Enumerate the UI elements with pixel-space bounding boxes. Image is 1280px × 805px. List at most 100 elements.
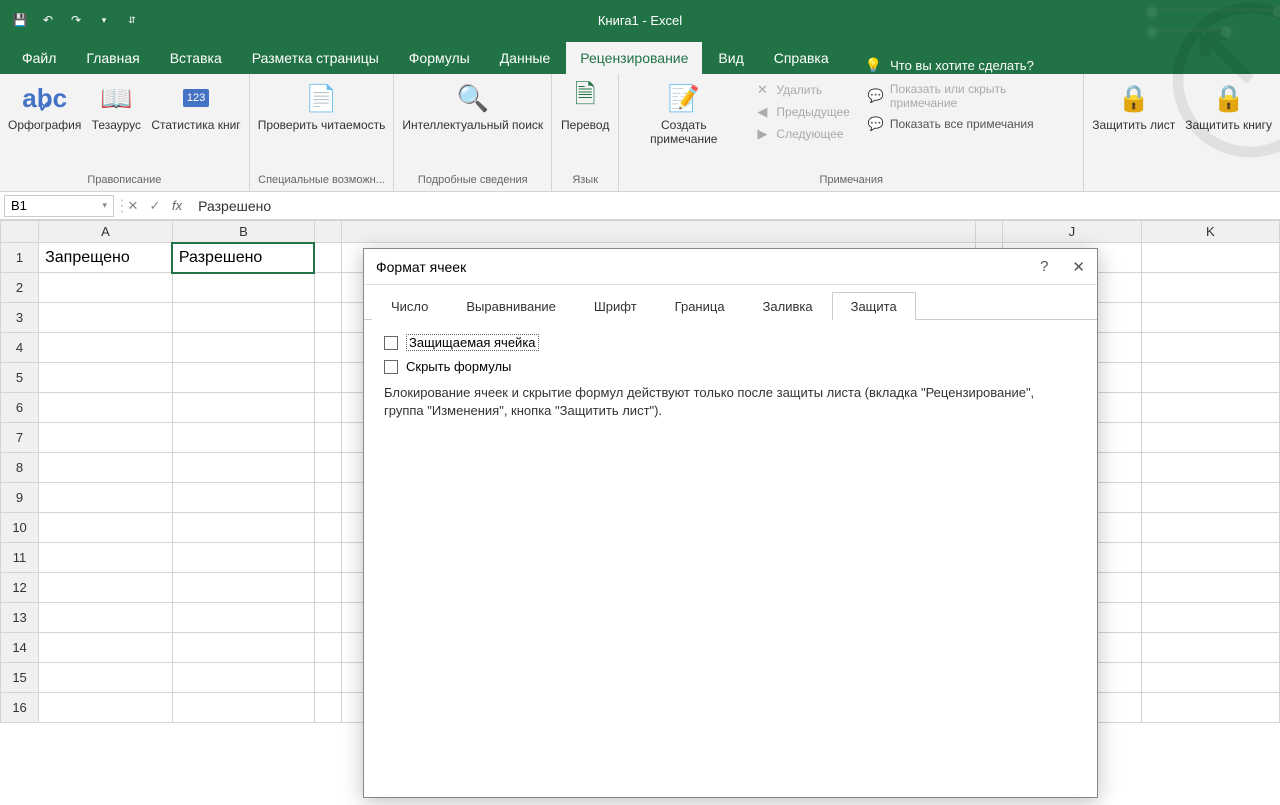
- tab-help[interactable]: Справка: [760, 42, 843, 74]
- formula-bar: B1 ⋮ ✕ ✓ fx Разрешено: [0, 192, 1280, 220]
- row-header[interactable]: 1: [1, 243, 39, 273]
- next-comment-button: ▶Следующее: [750, 124, 853, 144]
- ribbon-tabs: Файл Главная Вставка Разметка страницы Ф…: [0, 40, 1280, 74]
- row-header[interactable]: 10: [1, 513, 39, 543]
- quick-access-toolbar: 💾 ↶ ↷ ▾ ⇵: [0, 8, 152, 32]
- comment-icon: 📝: [668, 80, 700, 116]
- cancel-formula-icon[interactable]: ✕: [122, 198, 144, 214]
- stats-icon: 123: [183, 80, 209, 116]
- new-comment-button[interactable]: 📝 Создать примечание: [627, 80, 740, 147]
- thesaurus-button[interactable]: 📖 Тезаурус: [91, 80, 141, 132]
- dlg-tab-font[interactable]: Шрифт: [575, 292, 656, 320]
- checkbox-icon: [384, 336, 398, 350]
- translate-button[interactable]: 🗎 Перевод: [560, 80, 610, 132]
- row-header[interactable]: 15: [1, 663, 39, 693]
- showhide-comment-button: 💬Показать или скрыть примечание: [864, 80, 1075, 112]
- delete-icon: ✕: [754, 82, 770, 98]
- hidden-checkbox[interactable]: Скрыть формулы: [384, 359, 1077, 374]
- tab-home[interactable]: Главная: [72, 42, 153, 74]
- row-header[interactable]: 11: [1, 543, 39, 573]
- enter-formula-icon[interactable]: ✓: [144, 198, 166, 214]
- tab-review[interactable]: Рецензирование: [566, 42, 702, 74]
- next-icon: ▶: [754, 126, 770, 142]
- row-header[interactable]: 7: [1, 423, 39, 453]
- tab-formulas[interactable]: Формулы: [395, 42, 484, 74]
- accessibility-button[interactable]: 📄 Проверить читаемость: [258, 80, 386, 132]
- col-header-a[interactable]: A: [39, 221, 173, 243]
- row-header[interactable]: 2: [1, 273, 39, 303]
- group-comments-label: Примечания: [627, 174, 1075, 189]
- col-header-k[interactable]: K: [1141, 221, 1279, 243]
- row-header[interactable]: 12: [1, 573, 39, 603]
- spelling-icon: abc✓: [22, 80, 67, 116]
- showall-icon: 💬: [868, 116, 884, 132]
- tab-file[interactable]: Файл: [8, 42, 70, 74]
- locked-checkbox[interactable]: Защищаемая ячейка: [384, 334, 1077, 351]
- tell-me[interactable]: 💡 Что вы хотите сделать?: [865, 57, 1034, 74]
- smart-lookup-button[interactable]: 🔍 Интеллектуальный поиск: [402, 80, 543, 132]
- dialog-title: Формат ячеек: [376, 259, 466, 275]
- title-bar: 💾 ↶ ↷ ▾ ⇵ Книга1 - Excel: [0, 0, 1280, 40]
- thesaurus-icon: 📖: [100, 80, 132, 116]
- dlg-tab-fill[interactable]: Заливка: [744, 292, 832, 320]
- row-header[interactable]: 16: [1, 693, 39, 723]
- row-header[interactable]: 5: [1, 363, 39, 393]
- col-header[interactable]: [342, 221, 975, 243]
- col-header-b[interactable]: B: [172, 221, 314, 243]
- row-header[interactable]: 6: [1, 393, 39, 423]
- row-header[interactable]: 9: [1, 483, 39, 513]
- dialog-tabs: Число Выравнивание Шрифт Граница Заливка…: [364, 285, 1097, 320]
- bulb-icon: 💡: [865, 57, 882, 74]
- checkbox-icon: [384, 360, 398, 374]
- row-header[interactable]: 14: [1, 633, 39, 663]
- translate-icon: 🗎: [575, 80, 596, 116]
- dialog-close-icon[interactable]: ✕: [1072, 258, 1085, 276]
- protection-note: Блокирование ячеек и скрытие формул дейс…: [384, 384, 1077, 420]
- col-header-j[interactable]: J: [1003, 221, 1141, 243]
- cell-a1[interactable]: Запрещено: [39, 243, 173, 273]
- showall-comments-button[interactable]: 💬Показать все примечания: [864, 114, 1075, 134]
- group-spelling-label: Правописание: [8, 174, 241, 189]
- row-header[interactable]: 13: [1, 603, 39, 633]
- dlg-tab-align[interactable]: Выравнивание: [447, 292, 574, 320]
- ribbon: abc✓ Орфография 📖 Тезаурус 123 Статистик…: [0, 74, 1280, 192]
- dlg-tab-border[interactable]: Граница: [656, 292, 744, 320]
- col-header[interactable]: [314, 221, 342, 243]
- tab-layout[interactable]: Разметка страницы: [238, 42, 393, 74]
- delete-comment-button: ✕Удалить: [750, 80, 853, 100]
- dlg-tab-protect[interactable]: Защита: [832, 292, 916, 320]
- protect-sheet-button[interactable]: 🔒 Защитить лист: [1092, 80, 1175, 132]
- window-title: Книга1 - Excel: [598, 13, 682, 28]
- customize-icon[interactable]: ▾: [92, 8, 116, 32]
- group-insights-label: Подробные сведения: [402, 174, 543, 189]
- row-header[interactable]: 3: [1, 303, 39, 333]
- col-header[interactable]: [975, 221, 1003, 243]
- prev-icon: ◀: [754, 104, 770, 120]
- protect-book-button[interactable]: 🔒 Защитить книгу: [1185, 80, 1272, 132]
- prev-comment-button: ◀Предыдущее: [750, 102, 853, 122]
- save-icon[interactable]: 💾: [8, 8, 32, 32]
- formula-input[interactable]: Разрешено: [188, 198, 1280, 214]
- fx-icon[interactable]: fx: [166, 198, 188, 213]
- accessibility-icon: 📄: [305, 80, 337, 116]
- search-icon: 🔍: [457, 80, 489, 116]
- group-lang-label: Язык: [560, 174, 610, 189]
- touch-mode-icon[interactable]: ⇵: [120, 8, 144, 32]
- undo-icon[interactable]: ↶: [36, 8, 60, 32]
- cell-b1[interactable]: Разрешено: [172, 243, 314, 273]
- format-cells-dialog: Формат ячеек ? ✕ Число Выравнивание Шриф…: [363, 248, 1098, 798]
- group-access-label: Специальные возможн...: [258, 174, 386, 189]
- dialog-help-icon[interactable]: ?: [1040, 258, 1048, 276]
- stats-button[interactable]: 123 Статистика книг: [151, 80, 240, 132]
- row-header[interactable]: 8: [1, 453, 39, 483]
- tab-data[interactable]: Данные: [486, 42, 565, 74]
- name-box[interactable]: B1: [4, 195, 114, 217]
- tab-view[interactable]: Вид: [704, 42, 757, 74]
- redo-icon[interactable]: ↷: [64, 8, 88, 32]
- showhide-icon: 💬: [868, 88, 884, 104]
- select-all[interactable]: [1, 221, 39, 243]
- spelling-button[interactable]: abc✓ Орфография: [8, 80, 81, 132]
- row-header[interactable]: 4: [1, 333, 39, 363]
- tab-insert[interactable]: Вставка: [156, 42, 236, 74]
- dlg-tab-number[interactable]: Число: [372, 292, 447, 320]
